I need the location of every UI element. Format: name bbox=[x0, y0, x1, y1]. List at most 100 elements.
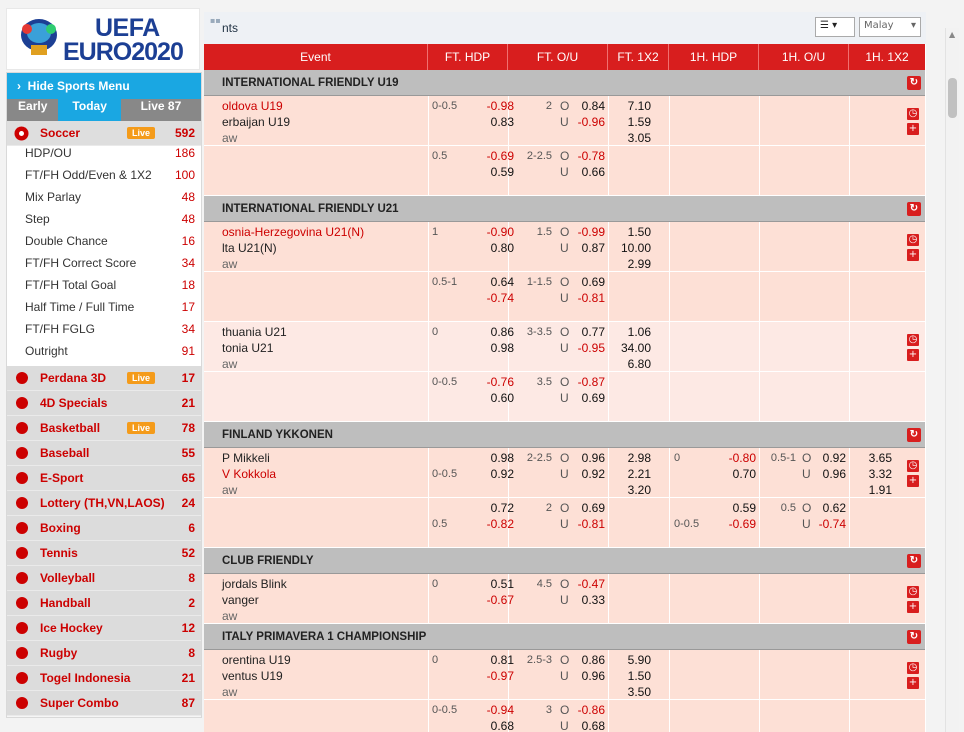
odds-under[interactable]: -0.95 bbox=[564, 340, 605, 356]
odds-1x2[interactable]: 34.00 bbox=[614, 340, 651, 356]
sidebar-item-lottery-th-vn-laos-[interactable]: Lottery (TH,VN,LAOS) 24 bbox=[7, 491, 201, 516]
refresh-icon[interactable]: ↻ bbox=[907, 630, 921, 644]
odds-over[interactable]: 0.84 bbox=[564, 98, 605, 114]
odds-under[interactable]: 0.92 bbox=[564, 466, 605, 482]
odds-hdp-away[interactable]: -0.82 bbox=[458, 516, 514, 532]
more-bets-plus-icon[interactable]: + bbox=[907, 677, 919, 689]
sidebar-item-e-sport[interactable]: E-Sport 65 bbox=[7, 466, 201, 491]
odds-hdp-home[interactable]: -0.76 bbox=[458, 374, 514, 390]
soccer-submenu-item[interactable]: FT/FH Total Goal 18 bbox=[7, 278, 201, 300]
sidebar-item-perdana-3d[interactable]: Perdana 3D Live 17 bbox=[7, 366, 201, 391]
tab-early[interactable]: Early bbox=[7, 99, 59, 121]
odds-hdp-home[interactable]: 0.81 bbox=[458, 652, 514, 668]
sidebar-item-boxing[interactable]: Boxing 6 bbox=[7, 516, 201, 541]
sidebar-item-tennis[interactable]: Tennis 52 bbox=[7, 541, 201, 566]
odds-hdp-home[interactable]: 0.86 bbox=[458, 324, 514, 340]
odds-over[interactable]: 0.69 bbox=[564, 500, 605, 516]
scrollbar-thumb[interactable] bbox=[948, 78, 957, 118]
odds-hdp-away[interactable]: -0.67 bbox=[458, 592, 514, 608]
odds-hdp-away[interactable]: -0.74 bbox=[458, 290, 514, 306]
odds-1x2[interactable]: 3.20 bbox=[614, 482, 651, 498]
refresh-icon[interactable]: ↻ bbox=[907, 554, 921, 568]
odds-1x2[interactable]: 3.05 bbox=[614, 130, 651, 146]
refresh-icon[interactable]: ↻ bbox=[907, 202, 921, 216]
stats-icon[interactable]: ◷ bbox=[907, 334, 919, 346]
soccer-submenu-item[interactable]: Outright 91 bbox=[7, 344, 201, 366]
more-bets-plus-icon[interactable]: + bbox=[907, 349, 919, 361]
odds-under[interactable]: 0.66 bbox=[564, 164, 605, 180]
odds-under[interactable]: -0.81 bbox=[564, 290, 605, 306]
odds-hdp-home[interactable]: -0.98 bbox=[458, 98, 514, 114]
vertical-scrollbar[interactable]: ▲ bbox=[945, 28, 959, 732]
tab-today[interactable]: Today bbox=[58, 99, 121, 121]
odds-1x2[interactable]: 1.06 bbox=[614, 324, 651, 340]
odds-hdp-away[interactable]: -0.97 bbox=[458, 668, 514, 684]
more-bets-plus-icon[interactable]: + bbox=[907, 123, 919, 135]
odds-hdp-away[interactable]: 0.92 bbox=[458, 466, 514, 482]
odds-under[interactable]: -0.81 bbox=[564, 516, 605, 532]
odds-under[interactable]: 0.96 bbox=[564, 668, 605, 684]
odds-hdp-home[interactable]: 0.51 bbox=[458, 576, 514, 592]
odds-hdp-home[interactable]: 0.72 bbox=[458, 500, 514, 516]
odds-1h-1x2[interactable]: 3.32 bbox=[854, 466, 892, 482]
soccer-submenu-item[interactable]: Half Time / Full Time 17 bbox=[7, 300, 201, 322]
soccer-submenu-item[interactable]: FT/FH Correct Score 34 bbox=[7, 256, 201, 278]
odds-over[interactable]: 0.69 bbox=[564, 274, 605, 290]
odds-hdp-away[interactable]: 0.60 bbox=[458, 390, 514, 406]
odds-over[interactable]: 0.96 bbox=[564, 450, 605, 466]
sidebar-item-baseball[interactable]: Baseball 55 bbox=[7, 441, 201, 466]
odds-1h-hdp-away[interactable]: -0.69 bbox=[704, 516, 756, 532]
sidebar-item-4d-specials[interactable]: 4D Specials 21 bbox=[7, 391, 201, 416]
soccer-submenu-item[interactable]: Mix Parlay 48 bbox=[7, 190, 201, 212]
odds-1x2[interactable]: 2.21 bbox=[614, 466, 651, 482]
odds-over[interactable]: -0.86 bbox=[564, 702, 605, 718]
sidebar-item-ice-hockey[interactable]: Ice Hockey 12 bbox=[7, 616, 201, 641]
more-bets-plus-icon[interactable]: + bbox=[907, 475, 919, 487]
odds-over[interactable]: -0.99 bbox=[564, 224, 605, 240]
stats-icon[interactable]: ◷ bbox=[907, 586, 919, 598]
stats-icon[interactable]: ◷ bbox=[907, 662, 919, 674]
sidebar-item-basketball[interactable]: Basketball Live 78 bbox=[7, 416, 201, 441]
sidebar-item-super-combo[interactable]: Super Combo 87 bbox=[7, 691, 201, 716]
sidebar-item-soccer[interactable]: Soccer Live 592 bbox=[7, 121, 201, 146]
odds-under[interactable]: 0.68 bbox=[564, 718, 605, 732]
hide-sports-menu-button[interactable]: › Hide Sports Menu bbox=[7, 73, 201, 99]
odds-1x2[interactable]: 1.50 bbox=[614, 668, 651, 684]
odds-over[interactable]: 0.77 bbox=[564, 324, 605, 340]
odds-hdp-home[interactable]: -0.90 bbox=[458, 224, 514, 240]
odds-1h-hdp-home[interactable]: 0.59 bbox=[704, 500, 756, 516]
stats-icon[interactable]: ◷ bbox=[907, 234, 919, 246]
odds-1h-under[interactable]: 0.96 bbox=[804, 466, 846, 482]
odds-under[interactable]: 0.69 bbox=[564, 390, 605, 406]
soccer-submenu-item[interactable]: FT/FH Odd/Even & 1X2 100 bbox=[7, 168, 201, 190]
odds-hdp-home[interactable]: 0.98 bbox=[458, 450, 514, 466]
odds-type-select[interactable]: Malay ▾ bbox=[859, 17, 921, 37]
odds-hdp-away[interactable]: 0.80 bbox=[458, 240, 514, 256]
odds-hdp-away[interactable]: 0.83 bbox=[458, 114, 514, 130]
odds-hdp-away[interactable]: 0.98 bbox=[458, 340, 514, 356]
odds-1h-under[interactable]: -0.74 bbox=[804, 516, 846, 532]
odds-1h-1x2[interactable]: 3.65 bbox=[854, 450, 892, 466]
odds-over[interactable]: 0.86 bbox=[564, 652, 605, 668]
odds-over[interactable]: -0.47 bbox=[564, 576, 605, 592]
odds-hdp-away[interactable]: 0.68 bbox=[458, 718, 514, 732]
sidebar-item-rugby[interactable]: Rugby 8 bbox=[7, 641, 201, 666]
odds-hdp-home[interactable]: 0.64 bbox=[458, 274, 514, 290]
refresh-icon[interactable]: ↻ bbox=[907, 428, 921, 442]
sidebar-item-togel-indonesia[interactable]: Togel Indonesia 21 bbox=[7, 666, 201, 691]
odds-1h-over[interactable]: 0.92 bbox=[804, 450, 846, 466]
more-bets-plus-icon[interactable]: + bbox=[907, 249, 919, 261]
sidebar-item-volleyball[interactable]: Volleyball 8 bbox=[7, 566, 201, 591]
stats-icon[interactable]: ◷ bbox=[907, 460, 919, 472]
odds-1x2[interactable]: 1.59 bbox=[614, 114, 651, 130]
odds-1h-hdp-away[interactable]: 0.70 bbox=[704, 466, 756, 482]
odds-hdp-away[interactable]: 0.59 bbox=[458, 164, 514, 180]
odds-1x2[interactable]: 2.99 bbox=[614, 256, 651, 272]
stats-icon[interactable]: ◷ bbox=[907, 108, 919, 120]
odds-1x2[interactable]: 10.00 bbox=[614, 240, 651, 256]
odds-1x2[interactable]: 2.98 bbox=[614, 450, 651, 466]
odds-1x2[interactable]: 1.50 bbox=[614, 224, 651, 240]
more-bets-plus-icon[interactable]: + bbox=[907, 601, 919, 613]
odds-under[interactable]: 0.87 bbox=[564, 240, 605, 256]
tab-live[interactable]: Live 87 bbox=[120, 99, 201, 121]
